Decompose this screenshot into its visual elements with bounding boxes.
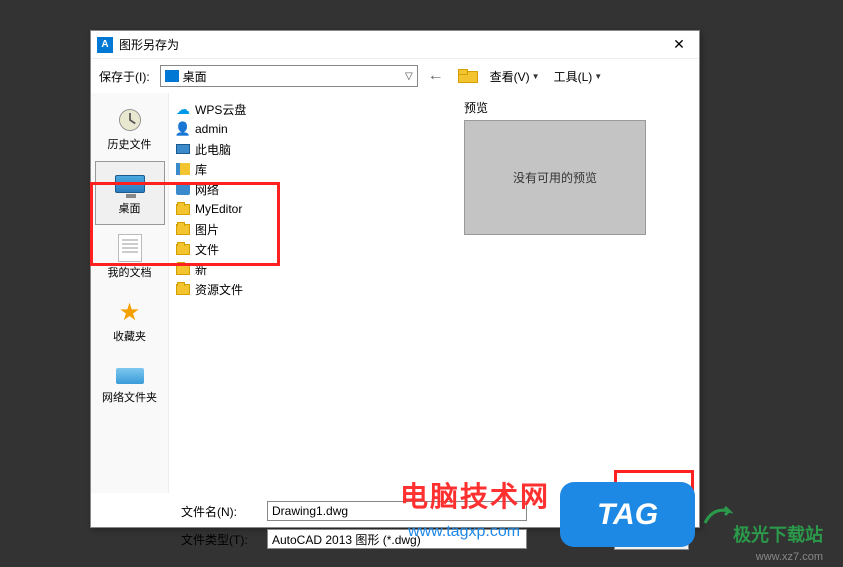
file-name: WPS云盘 [195, 101, 246, 118]
file-name: 文件 [195, 241, 219, 258]
chevron-down-icon: ▼ [532, 72, 540, 81]
desktop-icon [165, 70, 179, 82]
filetype-label: 文件类型(T): [181, 531, 257, 548]
save-in-label: 保存于(I): [99, 68, 150, 85]
watermark-right: 极光下载站 [733, 521, 823, 547]
location-text: 桌面 [183, 68, 405, 85]
folder-open-icon [458, 69, 476, 83]
chevron-down-icon: ▽ [405, 71, 413, 82]
sidebar-item-label: 收藏夹 [113, 328, 146, 344]
history-icon [114, 106, 146, 134]
sidebar-item-favorites[interactable]: ★ 收藏夹 [95, 289, 165, 353]
sidebar-item-label: 桌面 [119, 200, 141, 216]
file-name: 图片 [195, 221, 219, 238]
list-item[interactable]: 库 [173, 159, 450, 179]
watermark-right-url: www.xz7.com [756, 551, 823, 563]
user-icon: 👤 [175, 121, 191, 137]
cloud-icon: ☁ [175, 101, 191, 117]
arrow-left-icon: ← [428, 67, 444, 85]
sidebar-item-desktop[interactable]: 桌面 [95, 161, 165, 225]
arrow-icon [703, 503, 733, 527]
folder-icon [175, 281, 191, 297]
sidebar-item-label: 我的文档 [108, 264, 152, 280]
preview-box: 没有可用的预览 [464, 120, 646, 235]
library-icon [175, 161, 191, 177]
folder-icon [175, 241, 191, 257]
folder-icon [175, 221, 191, 237]
desktop-icon [114, 170, 146, 198]
preview-pane: 预览 没有可用的预览 [454, 93, 694, 493]
folder-icon [175, 261, 191, 277]
file-name: 新 [195, 261, 207, 278]
sidebar-item-network[interactable]: 网络文件夹 [95, 353, 165, 417]
view-label: 查看(V) [490, 68, 530, 85]
network-icon [116, 365, 144, 387]
list-item[interactable]: ☁WPS云盘 [173, 99, 450, 119]
list-item[interactable]: 👤 admin [173, 119, 450, 139]
preview-title: 预览 [464, 99, 684, 116]
sidebar-item-label: 历史文件 [108, 136, 152, 152]
dialog-title: 图形另存为 [119, 36, 665, 53]
documents-icon [114, 234, 146, 262]
view-menu[interactable]: 查看(V) ▼ [486, 65, 544, 87]
sidebar-item-label: 网络文件夹 [102, 389, 157, 405]
file-name: 资源文件 [195, 281, 243, 298]
file-name: admin [195, 122, 228, 136]
save-as-dialog: A 图形另存为 ✕ 保存于(I): 桌面 ▽ ← 查看(V) ▼ 工具(L) ▼ [90, 30, 700, 528]
location-combobox[interactable]: 桌面 ▽ [160, 65, 418, 87]
toolbar: 保存于(I): 桌面 ▽ ← 查看(V) ▼ 工具(L) ▼ [91, 59, 699, 93]
list-item[interactable]: 资源文件 [173, 279, 450, 299]
preview-empty-text: 没有可用的预览 [513, 169, 597, 186]
filetype-value: AutoCAD 2013 图形 (*.dwg) [272, 531, 421, 548]
places-sidebar: 历史文件 桌面 我的文档 ★ 收藏夹 网络文件夹 [91, 93, 169, 493]
network-icon [175, 181, 191, 197]
list-item[interactable]: 文件 [173, 239, 450, 259]
tools-menu[interactable]: 工具(L) ▼ [550, 65, 607, 87]
watermark-url: www.tagxp.com [408, 523, 520, 541]
list-item[interactable]: 此电脑 [173, 139, 450, 159]
list-item[interactable]: MyEditor [173, 199, 450, 219]
watermark-text: 电脑技术网 [400, 475, 550, 515]
watermark-tag: TAG [560, 482, 695, 547]
close-button[interactable]: ✕ [665, 35, 693, 55]
dialog-body: 历史文件 桌面 我的文档 ★ 收藏夹 网络文件夹 ☁WPS云盘 👤admin 此 [91, 93, 699, 493]
file-name: 库 [195, 161, 207, 178]
list-item[interactable]: 网络 [173, 179, 450, 199]
sidebar-item-documents[interactable]: 我的文档 [95, 225, 165, 289]
sidebar-item-history[interactable]: 历史文件 [95, 97, 165, 161]
back-button[interactable]: ← [424, 65, 448, 87]
pc-icon [175, 141, 191, 157]
file-name: 此电脑 [195, 141, 231, 158]
chevron-down-icon: ▼ [594, 72, 602, 81]
app-icon: A [97, 37, 113, 53]
list-item[interactable]: 图片 [173, 219, 450, 239]
titlebar: A 图形另存为 ✕ [91, 31, 699, 59]
file-name: 网络 [195, 181, 219, 198]
open-folder-button[interactable] [454, 65, 480, 87]
list-item[interactable]: 新 [173, 259, 450, 279]
star-icon: ★ [114, 298, 146, 326]
tools-label: 工具(L) [554, 68, 593, 85]
filename-label: 文件名(N): [181, 503, 257, 520]
folder-icon [175, 201, 191, 217]
file-list[interactable]: ☁WPS云盘 👤admin 此电脑 库 网络 MyEditor 图片 文件 新 … [169, 93, 454, 493]
file-name: MyEditor [195, 202, 242, 216]
